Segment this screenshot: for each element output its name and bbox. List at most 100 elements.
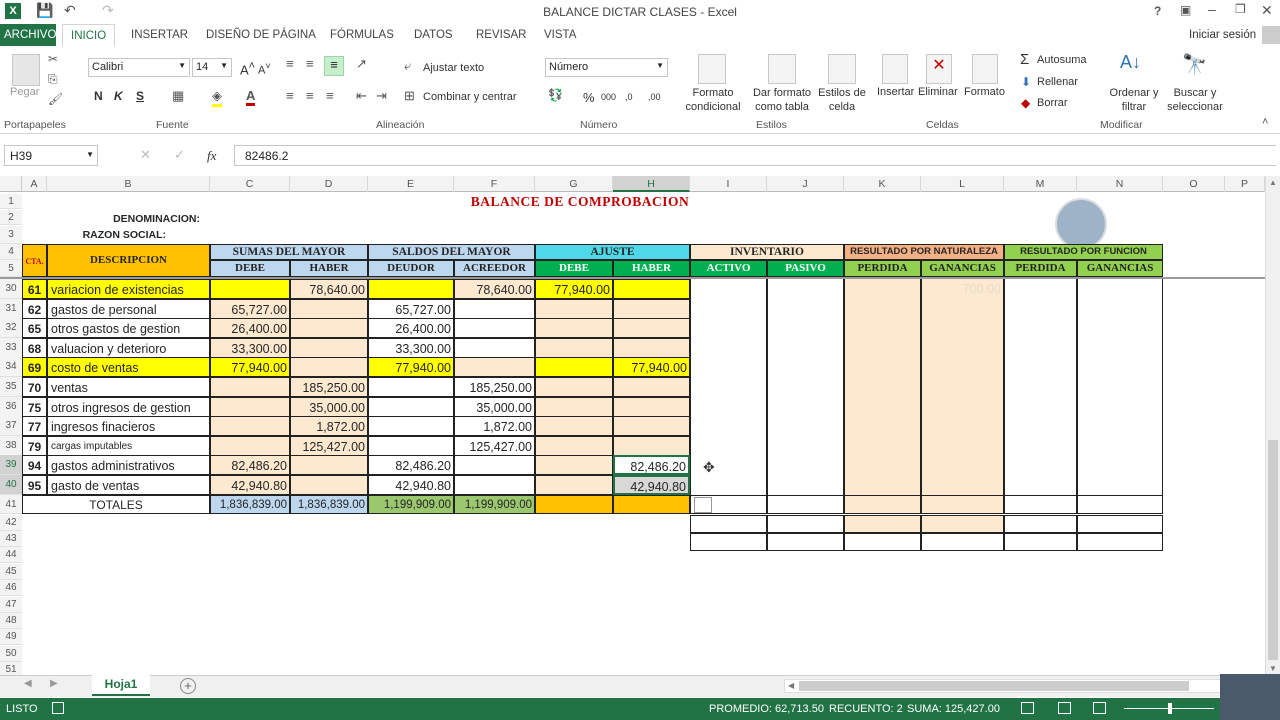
result-cell[interactable] <box>1077 299 1163 319</box>
debe-cell[interactable] <box>210 436 290 456</box>
wrap-text-button[interactable]: Ajustar texto <box>423 62 484 74</box>
deudor-cell[interactable] <box>368 279 454 299</box>
aj-debe-cell[interactable] <box>535 475 613 495</box>
row-header[interactable]: 46 <box>0 580 22 596</box>
row-header[interactable]: 37 <box>0 416 22 436</box>
acreedor-cell[interactable]: 35,000.00 <box>454 397 535 417</box>
row-header[interactable]: 43 <box>0 531 22 547</box>
deudor-cell[interactable]: 77,940.00 <box>368 357 454 377</box>
h-scroll-thumb[interactable] <box>799 681 1189 691</box>
font-color-icon[interactable]: A <box>246 88 256 106</box>
total-result-cell[interactable] <box>1004 495 1077 514</box>
total-acreedor-cell[interactable]: 1,199,909.00 <box>454 495 535 514</box>
restore-icon[interactable]: ❐ <box>1235 2 1246 16</box>
aj-debe-cell[interactable] <box>535 338 613 358</box>
deudor-cell[interactable]: 65,727.00 <box>368 299 454 319</box>
result-cell[interactable] <box>767 455 844 475</box>
scroll-up-icon[interactable]: ▲ <box>1269 178 1277 187</box>
cell-styles-icon[interactable] <box>828 54 856 84</box>
column-header-A[interactable]: A <box>22 176 47 192</box>
column-header-D[interactable]: D <box>290 176 368 192</box>
result-cell[interactable] <box>767 299 844 319</box>
row-header[interactable]: 38 <box>0 436 22 456</box>
extra-result-cell[interactable] <box>1077 533 1163 551</box>
description-cell[interactable]: otros ingresos de gestion <box>47 397 210 417</box>
aj-haber-cell[interactable] <box>613 416 690 436</box>
result-cell[interactable] <box>1077 455 1163 475</box>
aj-debe-cell[interactable] <box>535 299 613 319</box>
aj-debe-cell[interactable] <box>535 318 613 338</box>
result-cell[interactable] <box>1004 299 1077 319</box>
format-cells-icon[interactable] <box>972 54 998 84</box>
page-break-icon[interactable] <box>1093 702 1106 714</box>
haber-cell[interactable] <box>290 475 368 495</box>
description-cell[interactable]: gastos de personal <box>47 299 210 319</box>
conditional-format-icon[interactable] <box>698 54 726 84</box>
description-cell[interactable]: valuacion y deterioro <box>47 338 210 358</box>
underline-button[interactable]: S <box>136 89 144 103</box>
total-ajuste-cell[interactable] <box>535 495 613 514</box>
conditional-format-button[interactable]: Formato condicional <box>682 86 744 114</box>
aj-debe-cell[interactable] <box>535 416 613 436</box>
align-top-icon[interactable]: ≡ <box>286 56 294 71</box>
delete-cells-icon[interactable]: ✕ <box>926 54 952 84</box>
aj-haber-cell[interactable] <box>613 279 690 299</box>
sheet-tab-hoja1[interactable]: Hoja1 <box>92 675 150 696</box>
row-header[interactable]: 50 <box>0 646 22 662</box>
extra-result-cell[interactable] <box>844 533 921 551</box>
format-table-icon[interactable] <box>768 54 796 84</box>
row-header[interactable]: 42 <box>0 515 22 531</box>
result-cell[interactable] <box>690 475 767 495</box>
row-header[interactable]: 49 <box>0 629 22 645</box>
help-button[interactable]: ? <box>1154 4 1161 18</box>
column-header-C[interactable]: C <box>210 176 290 192</box>
aj-debe-cell[interactable] <box>535 377 613 397</box>
tab-vista[interactable]: VISTA <box>536 24 584 46</box>
signin-link[interactable]: Iniciar sesión <box>1181 24 1264 46</box>
column-header-G[interactable]: G <box>535 176 613 192</box>
shrink-font-icon[interactable]: A˅ <box>258 61 271 77</box>
acreedor-cell[interactable] <box>454 455 535 475</box>
total-debe-cell[interactable]: 1,836,839.00 <box>210 495 290 514</box>
result-cell[interactable] <box>767 416 844 436</box>
result-cell[interactable] <box>844 416 921 436</box>
extra-result-cell[interactable] <box>921 515 1004 533</box>
increase-decimal-icon[interactable]: ,0 <box>625 92 633 102</box>
bold-button[interactable]: N <box>94 89 103 103</box>
result-cell[interactable] <box>1004 397 1077 417</box>
result-cell[interactable] <box>921 318 1004 338</box>
acreedor-cell[interactable] <box>454 338 535 358</box>
debe-cell[interactable] <box>210 397 290 417</box>
result-cell[interactable] <box>767 357 844 377</box>
result-cell[interactable] <box>1004 279 1077 299</box>
cta-cell[interactable]: 79 <box>22 436 47 456</box>
format-table-button[interactable]: Dar formato como tabla <box>748 86 816 114</box>
quick-analysis-icon[interactable] <box>694 497 712 513</box>
scroll-thumb[interactable] <box>1268 440 1278 660</box>
aj-debe-cell[interactable] <box>535 436 613 456</box>
cell-styles-button[interactable]: Estilos de celda <box>816 86 868 114</box>
tab-inicio[interactable]: INICIO <box>62 24 116 46</box>
result-cell[interactable] <box>921 475 1004 495</box>
haber-cell[interactable]: 1,872.00 <box>290 416 368 436</box>
row-header[interactable]: 4 <box>0 244 22 260</box>
result-cell[interactable] <box>921 416 1004 436</box>
row-header[interactable]: 41 <box>0 495 22 514</box>
clear-button[interactable]: Borrar <box>1037 97 1068 109</box>
column-header-J[interactable]: J <box>767 176 844 192</box>
deudor-cell[interactable]: 33,300.00 <box>368 338 454 358</box>
result-cell[interactable] <box>921 436 1004 456</box>
increase-indent-icon[interactable]: ⇥ <box>376 88 387 104</box>
insert-cells-icon[interactable] <box>882 54 908 84</box>
font-size-select[interactable]: 14 ▼ <box>192 58 232 77</box>
column-header-K[interactable]: K <box>844 176 921 192</box>
column-header-N[interactable]: N <box>1077 176 1163 192</box>
result-cell[interactable] <box>1077 279 1163 299</box>
result-cell[interactable] <box>1077 416 1163 436</box>
align-center-icon[interactable]: ≡ <box>306 88 314 103</box>
paste-button[interactable]: Pegar <box>10 86 39 98</box>
debe-cell[interactable]: 82,486.20 <box>210 455 290 475</box>
macro-record-icon[interactable] <box>52 702 64 714</box>
column-header-O[interactable]: O <box>1163 176 1225 192</box>
collapse-ribbon-icon[interactable]: ˄ <box>1262 116 1268 128</box>
